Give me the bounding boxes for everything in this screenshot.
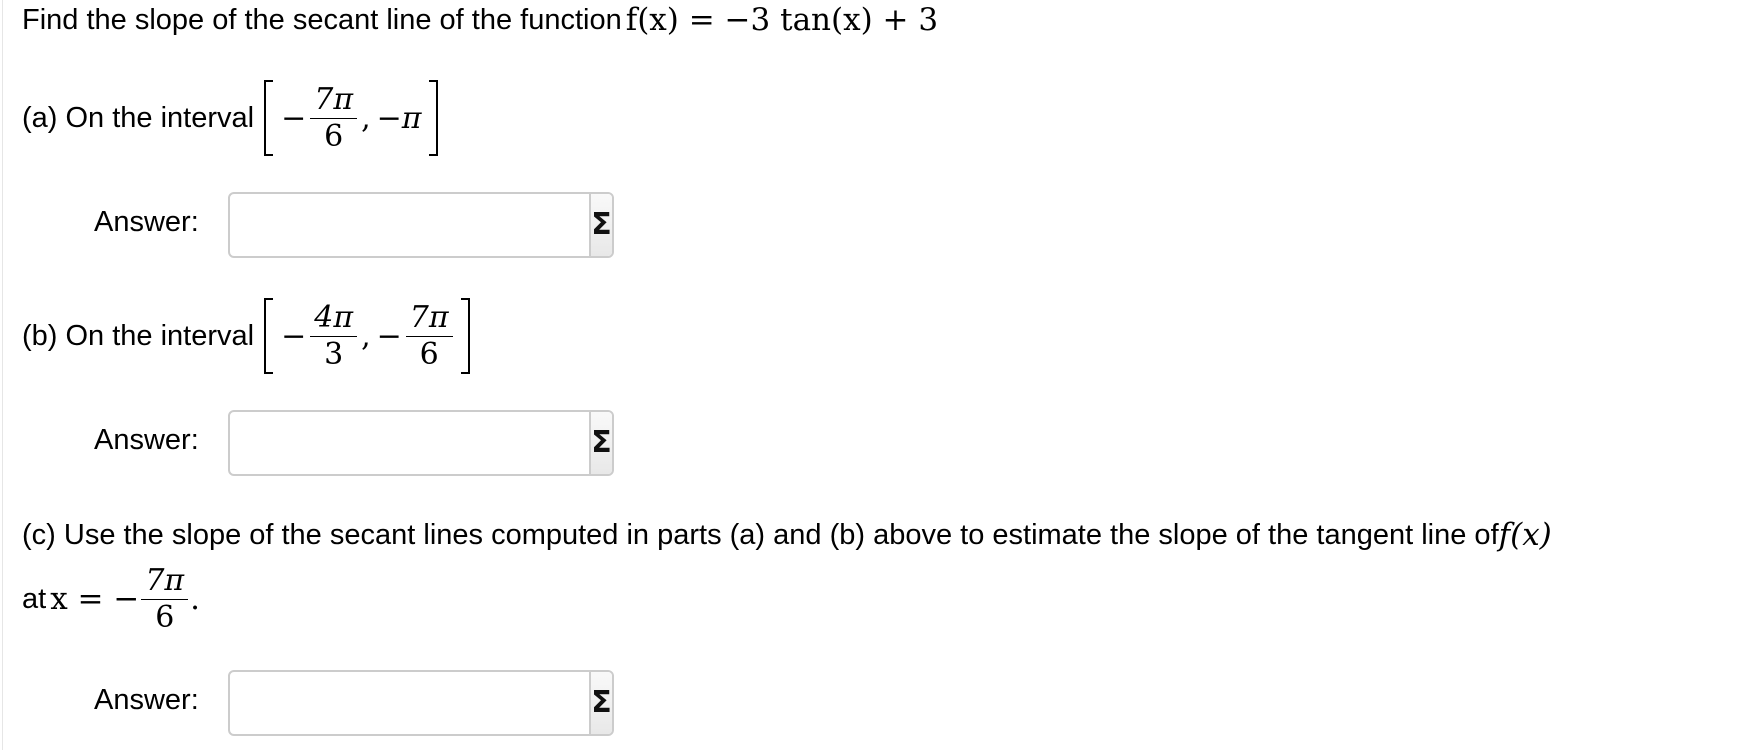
answer-input-c[interactable] [230,672,589,734]
answer-label: Answer: [94,684,199,716]
fraction-denominator: 6 [324,118,344,154]
page-edge [2,0,3,750]
intro-text: Find the slope of the secant line of the… [22,3,622,36]
sigma-icon: Σ [591,685,612,720]
answer-box: Σ [228,670,614,736]
answer-label: Answer: [94,424,199,456]
point-fraction: 7π 6 [141,562,189,636]
part-b-label: (b) On the interval [22,319,255,352]
right-bracket [460,298,470,374]
interval-end: −π [376,100,422,136]
part-a-prompt: (a) On the interval − 7π 6 , −π [22,78,439,158]
part-c-point: at x = − 7π 6 . [22,556,200,642]
interval-comma: , [361,318,371,354]
left-bracket [264,298,274,374]
minus-sign: − [376,318,402,354]
question-intro: Find the slope of the secant line of the… [22,0,938,40]
part-c-prompt: (c) Use the slope of the secant lines co… [22,514,1552,556]
fraction-numerator: 4π [314,299,354,335]
fraction-numerator: 7π [145,562,185,598]
answer-input-a[interactable] [230,194,589,256]
interval-start-fraction: 4π 3 [310,299,358,373]
part-c-function: f(x) [1498,517,1552,553]
left-bracket [264,80,274,156]
sigma-icon: Σ [591,425,612,460]
fraction-denominator: 6 [419,336,439,372]
fraction-numerator: 7π [314,81,354,117]
equation-editor-button[interactable]: Σ [589,672,612,734]
period: . [190,581,200,617]
right-bracket [429,80,439,156]
minus-sign: − [281,100,307,136]
answer-box: Σ [228,410,614,476]
interval-end-fraction: 7π 6 [405,299,453,373]
function-expression: f(x) = −3 tan(x) + 3 [625,2,939,38]
at-variable: x = − [50,581,140,617]
equation-editor-button[interactable]: Σ [589,412,612,474]
answer-input-b[interactable] [230,412,589,474]
fraction-numerator: 7π [409,299,449,335]
fraction-denominator: 6 [155,599,175,635]
answer-box: Σ [228,192,614,258]
fraction-denominator: 3 [324,336,344,372]
at-text: at [22,582,47,615]
equation-editor-button[interactable]: Σ [589,194,612,256]
minus-sign: − [281,318,307,354]
sigma-icon: Σ [591,207,612,242]
interval-start-fraction: 7π 6 [310,81,358,155]
part-a-label: (a) On the interval [22,101,255,134]
answer-label: Answer: [94,206,199,238]
part-b-prompt: (b) On the interval − 4π 3 , − 7π 6 [22,296,470,376]
interval-comma: , [361,100,371,136]
part-c-label: (c) Use the slope of the secant lines co… [22,518,1499,551]
